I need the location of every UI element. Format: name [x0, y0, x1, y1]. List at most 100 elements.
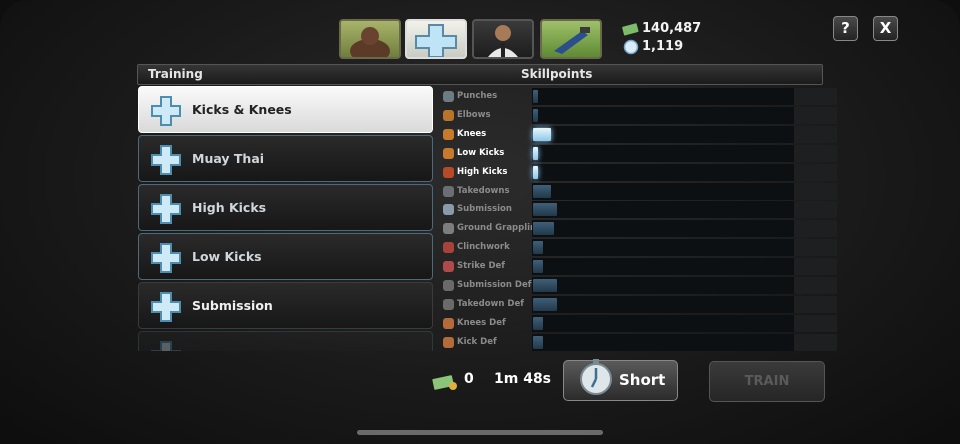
- skill-bar-extension: [794, 277, 837, 294]
- training-item-kicks-knees[interactable]: Kicks & Knees: [138, 86, 433, 133]
- skill-bar-fill: [533, 335, 544, 349]
- training-time: 1m 48s: [494, 371, 552, 387]
- skill-row: Elbows: [437, 106, 837, 125]
- coin-icon: [623, 39, 639, 55]
- train-button[interactable]: TRAIN: [709, 361, 825, 402]
- skill-bar-extension: [794, 258, 837, 276]
- skill-icon: [443, 242, 454, 254]
- skill-icon: [443, 109, 454, 121]
- skill-icon: [443, 280, 454, 291]
- short-training-button[interactable]: Short: [563, 359, 678, 401]
- training-cost: 0: [464, 371, 474, 387]
- cash-value: 140,487: [642, 21, 702, 36]
- close-button[interactable]: X: [873, 16, 898, 41]
- skill-bar-fill: [533, 146, 539, 160]
- skill-bar-track: [532, 125, 794, 143]
- skill-bar-extension: [794, 106, 837, 124]
- skill-icon: [443, 185, 454, 197]
- help-button[interactable]: ?: [833, 16, 858, 41]
- training-item-muay-thai[interactable]: Muay Thai: [138, 135, 433, 182]
- skill-bar-fill: [533, 260, 544, 274]
- skill-bar-track: [532, 106, 794, 124]
- skill-bar-extension: [794, 201, 837, 219]
- coach-portrait-icon: [488, 25, 518, 57]
- skill-icon: [443, 223, 454, 235]
- skill-name: Strike Def: [457, 261, 505, 272]
- skill-name: Clinchwork: [457, 242, 510, 253]
- skill-bar-fill: [533, 184, 552, 198]
- skill-bar-extension: [794, 333, 837, 351]
- skill-icon: [443, 261, 454, 273]
- plus-icon: [151, 96, 181, 126]
- training-item-high-kicks[interactable]: High Kicks: [138, 184, 433, 231]
- treadmill-icon: [554, 27, 590, 54]
- gym-tab[interactable]: [540, 19, 602, 59]
- skill-row: Submission Def: [437, 277, 837, 295]
- fighter-tab[interactable]: [339, 19, 401, 59]
- skill-name: Takedown Def: [457, 298, 524, 309]
- section-header: Training Skillpoints: [137, 64, 823, 85]
- skill-name: Submission: [457, 204, 512, 215]
- skill-icon: [443, 336, 454, 348]
- skill-bar-fill: [533, 241, 544, 255]
- skill-bar-extension: [794, 220, 837, 238]
- skill-bar-fill: [533, 165, 539, 179]
- stopwatch-icon: [580, 359, 612, 395]
- training-item-label: High Kicks: [192, 200, 267, 215]
- training-item-low-kicks[interactable]: Low Kicks: [138, 233, 433, 280]
- training-item-partial[interactable]: [138, 331, 433, 351]
- skill-bar-fill: [533, 222, 554, 236]
- skill-bar-track: [532, 201, 794, 219]
- skill-bar-extension: [794, 144, 837, 162]
- skill-row: Low Kicks: [437, 144, 837, 163]
- training-item-label: Muay Thai: [192, 151, 265, 166]
- plus-icon: [151, 243, 181, 273]
- skill-bar-track: [532, 144, 794, 162]
- skill-bar-fill: [533, 279, 557, 292]
- skill-row: Strike Def: [437, 258, 837, 276]
- skill-bar-track: [532, 258, 794, 276]
- skill-icon: [443, 91, 454, 102]
- skill-name: Punches: [457, 91, 498, 101]
- cash-icon: [622, 23, 639, 36]
- skill-icon: [443, 128, 454, 140]
- cash-icon: [432, 375, 457, 390]
- plus-icon: [415, 24, 457, 57]
- skill-bar-fill: [533, 127, 552, 141]
- plus-icon: [151, 341, 181, 351]
- skill-name: Elbows: [457, 109, 491, 120]
- training-header: Training: [148, 67, 203, 81]
- skill-bar-track: [532, 277, 794, 294]
- coin-value: 1,119: [642, 39, 684, 54]
- skill-row: Takedowns: [437, 182, 837, 201]
- fighter-portrait-icon: [350, 27, 390, 57]
- training-list[interactable]: Kicks & Knees Muay Thai High Kicks Low K…: [138, 86, 433, 351]
- skill-bar-fill: [533, 316, 544, 330]
- skill-name: Low Kicks: [457, 147, 505, 158]
- skill-icon: [443, 204, 454, 216]
- skill-name: Takedowns: [457, 185, 510, 196]
- short-button-label: Short: [619, 371, 666, 389]
- skill-icon: [443, 317, 454, 329]
- skillpoints-header: Skillpoints: [521, 67, 593, 81]
- coach-tab[interactable]: [472, 19, 534, 59]
- skillpoints-list: Punches Elbows Knees Low Kicks High Kicks Tak…: [437, 88, 837, 352]
- skill-name: Knees: [457, 128, 487, 139]
- training-item-submission[interactable]: Submission: [138, 282, 433, 329]
- skill-row: Submission: [437, 201, 837, 219]
- skill-row: Punches: [437, 88, 837, 106]
- skill-bar-track: [532, 182, 794, 200]
- skill-bar-fill: [533, 297, 557, 311]
- skill-bar-track: [532, 239, 794, 257]
- skill-bar-extension: [794, 314, 837, 332]
- skill-row: Ground Grappling: [437, 220, 837, 238]
- skill-icon: [443, 298, 454, 310]
- home-indicator[interactable]: [357, 430, 603, 435]
- skill-row: Kick Def: [437, 333, 837, 352]
- skill-row: Clinchwork: [437, 239, 837, 257]
- training-tab[interactable]: [405, 19, 467, 59]
- skill-bar-fill: [533, 203, 557, 217]
- training-item-label: Low Kicks: [192, 249, 262, 264]
- skill-icon: [443, 147, 454, 159]
- skill-bar-extension: [794, 88, 837, 105]
